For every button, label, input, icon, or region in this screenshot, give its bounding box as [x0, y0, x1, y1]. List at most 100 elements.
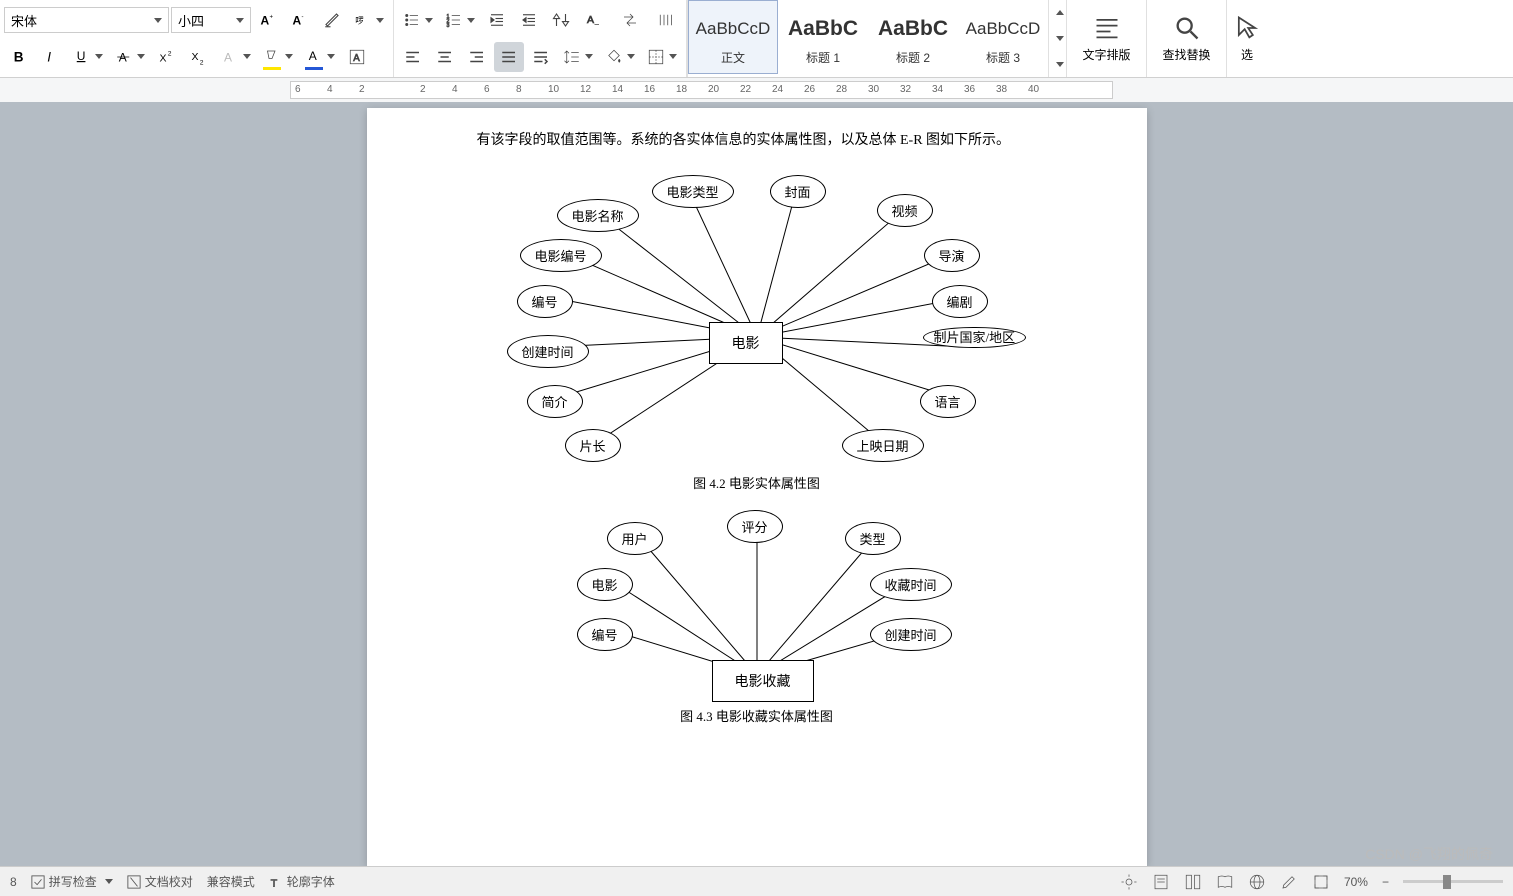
- horizontal-ruler[interactable]: 642246810121416182022242628303234363840: [0, 78, 1513, 102]
- increase-font-button[interactable]: A+: [253, 5, 283, 35]
- gallery-scroll: [1048, 0, 1066, 77]
- align-center-button[interactable]: [430, 42, 460, 72]
- svg-text:I: I: [47, 49, 51, 64]
- spell-check-toggle[interactable]: 拼写检查: [31, 873, 113, 890]
- svg-text:T: T: [270, 877, 277, 889]
- shading-button[interactable]: [600, 42, 640, 72]
- align-distribute-button[interactable]: [526, 42, 556, 72]
- text-direction-button[interactable]: A: [578, 5, 608, 35]
- svg-text:U: U: [77, 49, 86, 63]
- chevron-down-icon: [627, 54, 635, 59]
- align-right-button[interactable]: [462, 42, 492, 72]
- tab-stops-button[interactable]: [652, 5, 682, 35]
- char-border-button[interactable]: A: [342, 42, 372, 72]
- attr-oval: 电影编号: [520, 239, 602, 272]
- style-label: 正文: [721, 49, 745, 66]
- attr-oval: 导演: [924, 239, 980, 272]
- chevron-down-icon: [669, 54, 677, 59]
- clear-format-button[interactable]: [317, 5, 347, 35]
- diagram1-caption: 图 4.2 电影实体属性图: [477, 473, 1037, 492]
- align-left-button[interactable]: [398, 42, 428, 72]
- view-outline-button[interactable]: [1184, 873, 1202, 891]
- style-heading1[interactable]: AaBbC 标题 1: [778, 0, 868, 74]
- attr-oval: 上映日期: [842, 429, 924, 462]
- select-button[interactable]: 选: [1227, 0, 1267, 77]
- attr-oval: 电影类型: [652, 175, 734, 208]
- borders-button[interactable]: [642, 42, 682, 72]
- strikethrough-button[interactable]: A: [110, 42, 150, 72]
- convert-button[interactable]: [610, 5, 650, 35]
- numbering-button[interactable]: 123: [440, 5, 480, 35]
- font-status-label: 轮廓字体: [287, 873, 335, 890]
- zoom-fit-button[interactable]: [1312, 873, 1330, 891]
- chevron-down-icon: [376, 18, 384, 23]
- zoom-slider[interactable]: [1403, 880, 1503, 883]
- attr-oval: 语言: [920, 385, 976, 418]
- superscript-button[interactable]: X2: [152, 42, 182, 72]
- attr-oval: 编号: [517, 285, 573, 318]
- gallery-up-button[interactable]: [1049, 4, 1066, 22]
- increase-indent-button[interactable]: [514, 5, 544, 35]
- line-spacing-button[interactable]: [558, 42, 598, 72]
- svg-text:A: A: [309, 49, 317, 63]
- diagram2-caption: 图 4.3 电影收藏实体属性图: [477, 706, 1037, 725]
- font-size-select[interactable]: 小四: [171, 7, 251, 33]
- decrease-font-button[interactable]: A-: [285, 5, 315, 35]
- highlight-button[interactable]: [258, 42, 298, 72]
- compat-mode[interactable]: 兼容模式: [207, 873, 255, 890]
- font-status[interactable]: T 轮廓字体: [269, 873, 335, 890]
- bullets-button[interactable]: [398, 5, 438, 35]
- chevron-down-icon: [467, 18, 475, 23]
- spell-check-label: 拼写检查: [49, 873, 97, 890]
- select-label: 选: [1241, 46, 1253, 63]
- style-heading3[interactable]: AaBbCcD 标题 3: [958, 0, 1048, 74]
- gallery-expand-button[interactable]: [1049, 55, 1066, 73]
- style-normal[interactable]: AaBbCcD 正文: [688, 0, 778, 74]
- view-web-button[interactable]: [1248, 873, 1266, 891]
- view-page-button[interactable]: [1152, 873, 1170, 891]
- attr-oval: 电影名称: [557, 199, 639, 232]
- font-group: 宋体 小四 A+ A- 啰 B I U A X2 X2 A A A: [0, 0, 394, 77]
- doc-check-button[interactable]: 文档校对: [127, 873, 193, 890]
- svg-text:B: B: [14, 49, 24, 64]
- font-color-button[interactable]: A: [300, 42, 340, 72]
- italic-button[interactable]: I: [36, 42, 66, 72]
- compat-label: 兼容模式: [207, 873, 255, 890]
- body-text: 有该字段的取值范围等。系统的各实体信息的实体属性图，以及总体 E-R 图如下所示…: [477, 128, 1037, 155]
- text-effects-button[interactable]: A: [216, 42, 256, 72]
- zoom-out-button[interactable]: −: [1382, 875, 1389, 889]
- gallery-down-button[interactable]: [1049, 29, 1066, 47]
- bold-button[interactable]: B: [4, 42, 34, 72]
- text-layout-button[interactable]: 文字排版: [1067, 0, 1147, 77]
- chevron-down-icon: [243, 54, 251, 59]
- svg-text:A: A: [353, 53, 360, 64]
- page-info[interactable]: 8: [10, 875, 17, 889]
- svg-text:A: A: [587, 14, 594, 26]
- style-heading2[interactable]: AaBbC 标题 2: [868, 0, 958, 74]
- attr-oval: 电影: [577, 568, 633, 601]
- underline-button[interactable]: U: [68, 42, 108, 72]
- decrease-indent-button[interactable]: [482, 5, 512, 35]
- er-diagram-1: 电影 电影名称 电影类型 封面 视频 导演 编剧 制片国家/地区 语言 上映日期…: [477, 167, 1037, 467]
- brightness-icon[interactable]: [1120, 873, 1138, 891]
- sort-button[interactable]: [546, 5, 576, 35]
- zoom-value[interactable]: 70%: [1344, 875, 1368, 889]
- align-justify-button[interactable]: [494, 42, 524, 72]
- svg-text:2: 2: [168, 50, 172, 57]
- find-replace-button[interactable]: 查找替换: [1147, 0, 1227, 77]
- svg-text:3: 3: [447, 23, 450, 29]
- chevron-up-icon: [1056, 10, 1064, 15]
- attr-oval: 创建时间: [870, 618, 952, 651]
- ribbon-toolbar: 宋体 小四 A+ A- 啰 B I U A X2 X2 A A A: [0, 0, 1513, 78]
- edit-icon[interactable]: [1280, 873, 1298, 891]
- svg-text:X: X: [192, 51, 199, 63]
- phonetic-guide-button[interactable]: 啰: [349, 5, 389, 35]
- subscript-button[interactable]: X2: [184, 42, 214, 72]
- attr-oval: 编剧: [932, 285, 988, 318]
- style-preview: AaBbCcD: [696, 9, 771, 49]
- zoom-thumb[interactable]: [1443, 875, 1451, 889]
- font-name-select[interactable]: 宋体: [4, 7, 169, 33]
- svg-text:A: A: [261, 14, 270, 28]
- document-area[interactable]: 有该字段的取值范围等。系统的各实体信息的实体属性图，以及总体 E-R 图如下所示…: [0, 102, 1513, 866]
- view-read-button[interactable]: [1216, 873, 1234, 891]
